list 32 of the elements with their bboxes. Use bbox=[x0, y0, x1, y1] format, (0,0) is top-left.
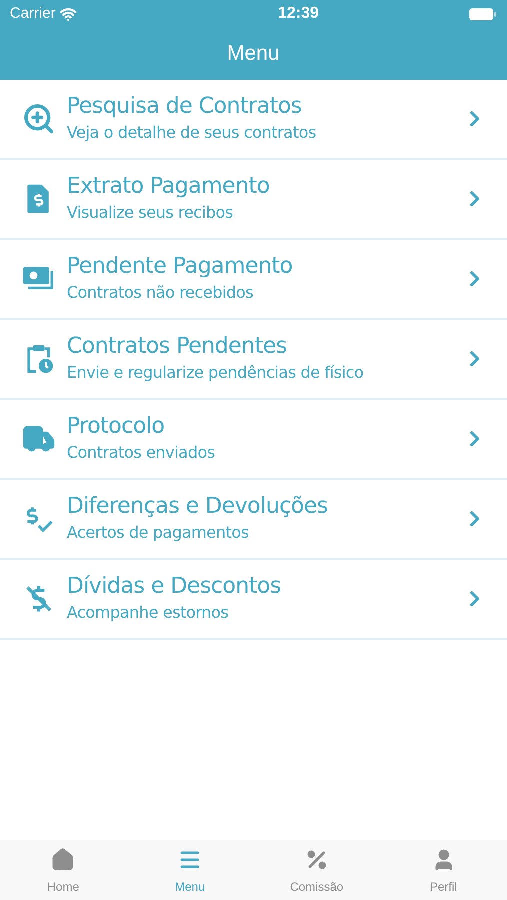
menu-item[interactable]: Contratos Pendentes Envie e regularize pendências de físico bbox=[0, 320, 507, 400]
menu-item-title: Dívidas e Descontos bbox=[67, 573, 282, 601]
tab-button[interactable]: Menu bbox=[126, 840, 254, 900]
carrier-label: Carrier bbox=[10, 4, 56, 24]
menu-item-subtitle: Envie e regularize pendências de físico bbox=[67, 362, 365, 384]
menu-item[interactable]: Diferenças e Devoluções Acertos de pagamentos bbox=[0, 480, 507, 560]
menu-item-title: Pendente Pagamento bbox=[67, 253, 294, 281]
menu-item[interactable]: Pendente Pagamento Contratos não recebidos bbox=[0, 240, 507, 320]
menu-item[interactable]: Protocolo Contratos enviados bbox=[0, 400, 507, 480]
tab-button[interactable]: Perfil bbox=[380, 840, 507, 900]
menu-item-subtitle: Veja o detalhe de seus contratos bbox=[67, 122, 318, 144]
menu-item[interactable]: Pesquisa de Contratos Veja o detalhe de seus contratos bbox=[0, 80, 507, 160]
menu-item[interactable]: Dívidas e Descontos Acompanhe estornos bbox=[0, 560, 507, 640]
menu-item-subtitle: Contratos não recebidos bbox=[67, 282, 254, 304]
battery-icon bbox=[469, 8, 497, 20]
menu-item-title: Extrato Pagamento bbox=[67, 173, 271, 201]
menu-item-subtitle: Acertos de pagamentos bbox=[67, 522, 250, 544]
menu-item-subtitle: Acompanhe estornos bbox=[67, 602, 230, 624]
tab-button[interactable]: Comissão bbox=[254, 840, 380, 900]
menu-item-title: Diferenças e Devoluções bbox=[67, 493, 329, 521]
screen-title: Menu bbox=[227, 41, 280, 68]
menu-item-title: Protocolo bbox=[67, 413, 166, 441]
tab-button[interactable]: Home bbox=[0, 840, 127, 900]
menu-item-title: Contratos Pendentes bbox=[67, 333, 288, 361]
menu-item-subtitle: Visualize seus recibos bbox=[67, 202, 234, 224]
home-icon bbox=[51, 848, 76, 872]
clock-time: 12:39 bbox=[278, 4, 319, 24]
menu-item-subtitle: Contratos enviados bbox=[67, 442, 216, 464]
zoom-in-icon bbox=[22, 102, 56, 136]
menu-item[interactable]: Extrato Pagamento Visualize seus recibos bbox=[0, 160, 507, 240]
menu-item-title: Pesquisa de Contratos bbox=[67, 93, 303, 121]
wifi-icon bbox=[60, 6, 77, 22]
